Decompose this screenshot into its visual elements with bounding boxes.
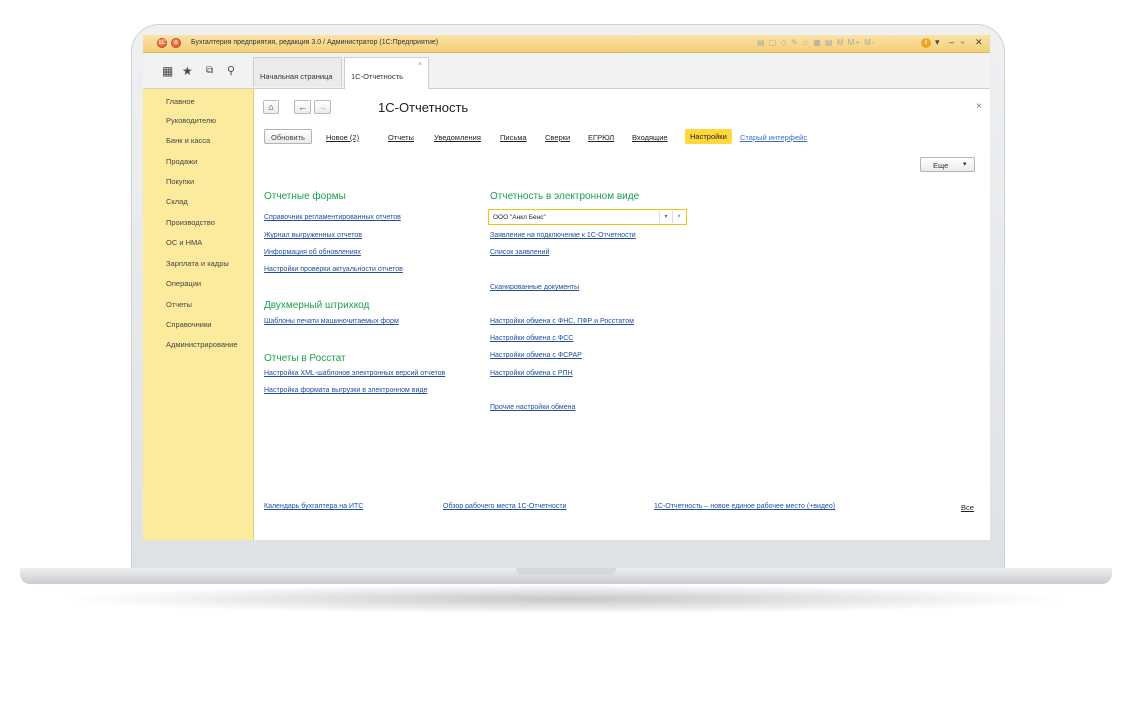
arrow-right-icon: → [318,102,327,112]
applications-list-link[interactable]: Список заявлений [490,249,549,256]
actuality-check-settings-link[interactable]: Настройки проверки актуальности отчетов [264,266,403,273]
history-icon[interactable]: ⧉ [206,65,213,76]
forward-button[interactable]: → [314,100,331,114]
restore-icon[interactable]: ▫ [961,37,964,47]
tab-close-icon[interactable]: × [418,61,422,68]
sidebar-item-warehouse[interactable]: Склад [166,197,188,206]
other-exchange-settings-link[interactable]: Прочие настройки обмена [490,404,575,411]
close-window-icon[interactable]: ✕ [975,37,983,48]
sidebar-item-reports[interactable]: Отчеты [166,300,192,309]
sidebar-item-assets[interactable]: ОС и НМА [166,238,202,247]
arrow-left-icon: ← [298,102,307,112]
exchange-rpn-link[interactable]: Настройки обмена с РПН [490,370,573,377]
sidebar-item-operations[interactable]: Операции [166,279,201,288]
more-button-label: Еще [933,161,949,170]
title-bar: 1С ≡ Бухгалтерия предприятия, редакция 3… [143,35,990,53]
toolbar-icons[interactable]: ▤ ▢ ◇ ✎ ☆ ▦ ▤ M M+ M- [757,38,876,47]
window-title: Бухгалтерия предприятия, редакция 3.0 / … [191,39,439,46]
accountant-calendar-link[interactable]: Календарь бухгалтера на ИТС [264,503,363,510]
reporting-forms-title: Отчетные формы [264,191,346,202]
back-button[interactable]: ← [294,100,311,114]
egrul-link[interactable]: ЕГРЮЛ [588,133,614,142]
home-icon: ⌂ [268,102,274,112]
exchange-fns-link[interactable]: Настройки обмена с ФНС, ПФР и Росстатом [490,318,634,325]
exchange-fsrar-link[interactable]: Настройки обмена с ФСРАР [490,352,582,359]
tab-bar: ▦ ★ ⧉ ⚲ Начальная страница 1С-Отчетность… [143,53,990,89]
xml-templates-link[interactable]: Настройка XML-шаблонов электронных верси… [264,370,445,377]
more-button[interactable]: Еще ▾ [920,157,975,172]
sidebar-item-production[interactable]: Производство [166,218,215,227]
favorites-star-icon[interactable]: ★ [182,64,193,78]
laptop-notch [516,568,616,575]
home-button[interactable]: ⌂ [263,100,279,114]
chevron-down-icon: ▾ [963,161,967,168]
exchange-fss-link[interactable]: Настройки обмена с ФСС [490,335,573,342]
export-format-link[interactable]: Настройка формата выгрузки в электронном… [264,387,427,394]
barcode-title: Двухмерный штрихкод [264,300,370,311]
workplace-overview-link[interactable]: Обзор рабочего места 1С-Отчетности [443,503,566,510]
sidebar-item-catalogs[interactable]: Справочники [166,320,211,329]
main-content: ⌂ ← → 1С-Отчетность × Обновить Новое (2)… [254,89,990,540]
app-window: 1С ≡ Бухгалтерия предприятия, редакция 3… [143,35,990,540]
sidebar-item-sales[interactable]: Продажи [166,157,197,166]
app-logo-icon: 1С [157,38,167,48]
reports-catalog-link[interactable]: Справочник регламентированных отчетов [264,214,401,221]
incoming-link[interactable]: Входящие [632,133,668,142]
tab-1c-reporting-label: 1С-Отчетность [351,72,404,81]
organization-select[interactable]: ООО "Анкл Бенс" ▾ × [488,209,687,225]
connection-application-link[interactable]: Заявление на подключение к 1С-Отчетности [490,232,636,239]
all-news-link[interactable]: Все [961,503,974,512]
exported-reports-log-link[interactable]: Журнал выгруженных отчетов [264,232,362,239]
laptop-shadow [60,584,1072,614]
reports-link[interactable]: Отчеты [388,133,414,142]
updates-info-link[interactable]: Информация об обновлениях [264,249,361,256]
print-templates-link[interactable]: Шаблоны печати машиночитаемых форм [264,318,399,325]
sidebar: Главное Руководителю Банк и касса Продаж… [143,89,254,540]
refresh-button[interactable]: Обновить [264,129,312,144]
sidebar-item-bank[interactable]: Банк и касса [166,136,210,145]
tab-1c-reporting[interactable]: 1С-Отчетность × [344,57,429,89]
rosstat-title: Отчеты в Росстат [264,353,346,364]
old-interface-link[interactable]: Старый интерфейс [740,133,807,142]
reconciliations-link[interactable]: Сверки [545,133,570,142]
sidebar-item-salary[interactable]: Зарплата и кадры [166,259,229,268]
close-form-icon[interactable]: × [976,101,982,112]
info-dropdown-icon[interactable]: ▾ [935,37,940,48]
search-icon[interactable]: ⚲ [227,64,235,77]
notifications-link[interactable]: Уведомления [434,133,481,142]
sidebar-item-main[interactable]: Главное [166,97,195,106]
page-title: 1С-Отчетность [378,100,469,115]
clear-field-icon[interactable]: × [672,211,685,223]
info-icon[interactable]: i [921,38,931,48]
tab-home[interactable]: Начальная страница [253,57,342,87]
organization-value: ООО "Анкл Бенс" [493,214,546,221]
minimize-icon[interactable]: – [949,37,954,47]
new-workplace-video-link[interactable]: 1С-Отчетность – новое единое рабочее мес… [654,503,835,510]
new-button[interactable]: Новое (2) [326,133,359,142]
sidebar-item-admin[interactable]: Администрирование [166,340,238,349]
main-menu-icon[interactable]: ≡ [171,38,181,48]
dropdown-arrow-icon[interactable]: ▾ [659,211,672,223]
electronic-reporting-title: Отчетность в электронном виде [490,191,640,202]
tab-home-label: Начальная страница [260,72,333,81]
letters-link[interactable]: Письма [500,133,527,142]
sections-grid-icon[interactable]: ▦ [162,64,173,78]
scanned-documents-link[interactable]: Сканированные документы [490,284,579,291]
sidebar-item-purchases[interactable]: Покупки [166,177,194,186]
sidebar-item-manager[interactable]: Руководителю [166,116,216,125]
settings-tab[interactable]: Настройки [685,129,732,144]
